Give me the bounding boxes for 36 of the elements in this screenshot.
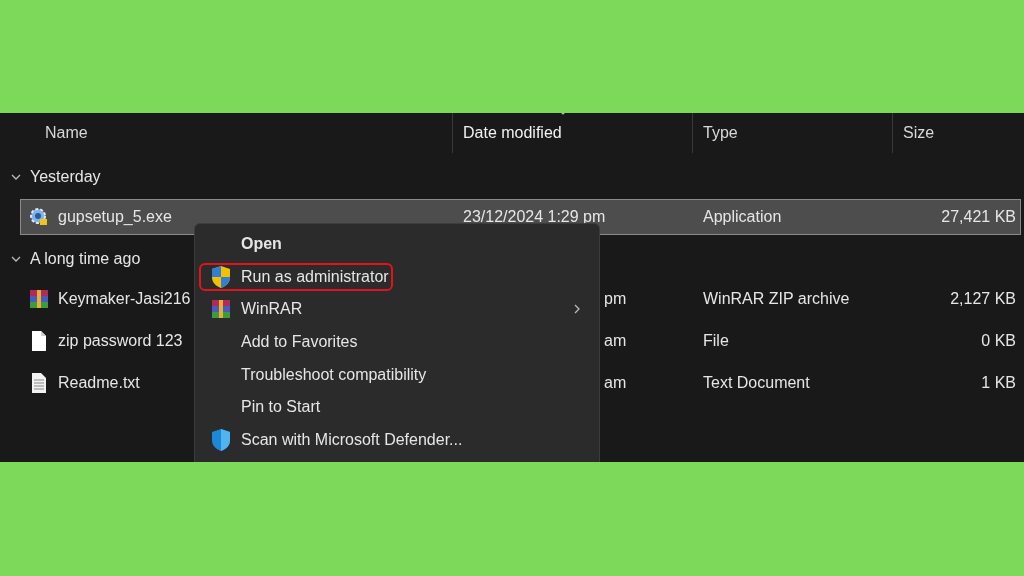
file-icon <box>30 330 48 352</box>
date-text: am <box>604 374 627 391</box>
file-name[interactable]: Readme.txt <box>58 371 140 395</box>
menu-item[interactable]: Run as administrator <box>201 264 391 289</box>
menu-item[interactable]: Pin to Start <box>241 395 321 420</box>
type-text: Application <box>703 208 782 225</box>
menu-item[interactable]: WinRAR <box>241 297 303 322</box>
column-header[interactable]: Size <box>893 113 1023 153</box>
column-header[interactable]: Date modified <box>453 113 693 153</box>
menu-item[interactable]: Scan with Microsoft Defender... <box>241 427 463 452</box>
column-header[interactable]: Type <box>693 113 893 153</box>
size-text: 27,421 KB <box>941 208 1016 225</box>
column-header[interactable]: Name <box>45 113 453 153</box>
size-text: 1 KB <box>981 374 1016 391</box>
size-text: 0 KB <box>981 332 1016 349</box>
gear-icon <box>29 207 49 227</box>
size-text: 2,127 KB <box>950 290 1016 307</box>
shield-icon <box>210 427 232 452</box>
date-text: am <box>604 332 627 349</box>
shield-icon <box>210 264 232 289</box>
file-name[interactable]: zip password 123 <box>58 329 183 353</box>
file-name[interactable]: Keymaker-Jasi216 <box>58 287 191 311</box>
books-icon <box>210 298 232 321</box>
text-file-icon <box>30 372 48 394</box>
menu-item[interactable]: Add to Favorites <box>241 330 358 355</box>
type-text: File <box>703 332 729 349</box>
menu-item[interactable]: Open <box>241 232 282 257</box>
books-icon <box>28 288 50 310</box>
date-text: 23/12/2024 1:29 pm <box>463 208 606 225</box>
group-heading[interactable]: Yesterday <box>30 165 101 189</box>
type-text: Text Document <box>703 374 810 391</box>
file-name: gupsetup_5.exe <box>58 207 172 227</box>
group-heading[interactable]: A long time ago <box>30 247 141 271</box>
menu-item[interactable]: Troubleshoot compatibility <box>241 362 427 387</box>
date-text: pm <box>604 290 627 307</box>
type-text: WinRAR ZIP archive <box>703 290 850 307</box>
